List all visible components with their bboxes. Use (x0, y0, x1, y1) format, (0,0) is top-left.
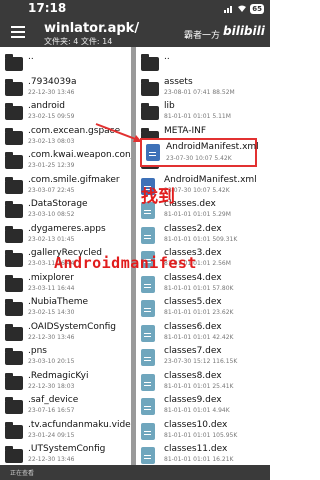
annotation-arrow (95, 123, 142, 142)
footer-text: 正在查看 (10, 470, 35, 477)
annotation-find-text: 找到 (141, 187, 175, 207)
annotation-target-text: Androidmanifest (54, 254, 197, 272)
screen: 17:18 65 winlator.apk/ 文件夹: 4 文件: 14 霸者一… (0, 0, 270, 480)
bottom-status-bar: 正在查看 (0, 465, 270, 480)
